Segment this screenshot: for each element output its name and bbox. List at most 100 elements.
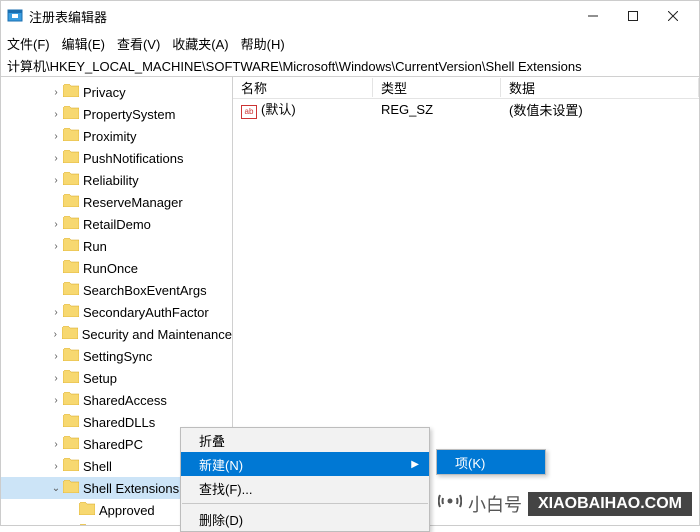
folder-icon	[63, 458, 83, 474]
folder-icon	[63, 260, 83, 276]
expand-icon[interactable]: ›	[49, 395, 63, 406]
col-type[interactable]: 类型	[373, 78, 501, 97]
tree-item-label: Security and Maintenance	[82, 327, 232, 342]
folder-icon	[63, 128, 83, 144]
tree-item-secondaryauthfactor[interactable]: › SecondaryAuthFactor	[1, 301, 232, 323]
context-menu: 折叠 新建(N) ▶ 查找(F)... 删除(D)	[180, 427, 430, 532]
tree-item-label: Approved	[99, 503, 155, 518]
folder-icon	[63, 480, 83, 496]
expand-icon[interactable]: ⌄	[49, 483, 63, 494]
tree-item-sharedaccess[interactable]: › SharedAccess	[1, 389, 232, 411]
folder-icon	[63, 414, 83, 430]
menu-view[interactable]: 查看(V)	[117, 34, 160, 53]
folder-icon	[63, 172, 83, 188]
tree-item-runonce[interactable]: RunOnce	[1, 257, 232, 279]
folder-icon	[63, 282, 83, 298]
watermark-name: 小白号	[468, 491, 522, 517]
tree-item-propertysystem[interactable]: ›PropertySystem	[1, 103, 232, 125]
expand-icon[interactable]: ›	[49, 439, 63, 450]
tree-item-run[interactable]: › Run	[1, 235, 232, 257]
expand-icon[interactable]: ›	[49, 175, 63, 186]
tree-item-label: Reliability	[83, 173, 139, 188]
folder-icon	[79, 502, 99, 518]
folder-icon	[63, 106, 83, 122]
col-data[interactable]: 数据	[501, 78, 699, 97]
ctx-sub-key[interactable]: 项(K)	[437, 450, 545, 474]
folder-icon	[63, 436, 83, 452]
menu-file[interactable]: 文件(F)	[7, 34, 50, 53]
maximize-button[interactable]	[613, 2, 653, 30]
submenu-arrow-icon: ▶	[411, 459, 419, 470]
menu-help[interactable]: 帮助(H)	[241, 34, 285, 53]
col-name[interactable]: 名称	[233, 78, 373, 97]
tree-item-privacy[interactable]: › Privacy	[1, 81, 232, 103]
expand-icon[interactable]: ›	[49, 373, 63, 384]
expand-icon[interactable]: ›	[49, 219, 63, 230]
folder-icon	[63, 370, 83, 386]
tree-item-settingsync[interactable]: › SettingSync	[1, 345, 232, 367]
watermark: 小白号 XIAOBAIHAO.COM	[438, 489, 692, 518]
tree-item-security-and-maintenance[interactable]: › Security and Maintenance	[1, 323, 232, 345]
tree-item-searchboxeventargs[interactable]: SearchBoxEventArgs	[1, 279, 232, 301]
list-row[interactable]: ab(默认) REG_SZ (数值未设置)	[233, 99, 699, 119]
titlebar: 注册表编辑器	[1, 1, 699, 31]
ctx-separator	[182, 503, 428, 504]
tree-item-label: Run	[83, 239, 107, 254]
address-text: 计算机\HKEY_LOCAL_MACHINE\SOFTWARE\Microsof…	[7, 56, 582, 75]
expand-icon[interactable]: ›	[49, 131, 63, 142]
ctx-collapse[interactable]: 折叠	[181, 428, 429, 452]
tree-item-label: SharedAccess	[83, 393, 167, 408]
expand-icon[interactable]: ›	[49, 153, 63, 164]
cell-type: REG_SZ	[373, 102, 501, 117]
menubar: 文件(F) 编辑(E) 查看(V) 收藏夹(A) 帮助(H)	[1, 31, 699, 55]
tree-item-label: SharedPC	[83, 437, 143, 452]
address-bar[interactable]: 计算机\HKEY_LOCAL_MACHINE\SOFTWARE\Microsof…	[1, 55, 699, 77]
folder-icon	[63, 392, 83, 408]
tree-item-label: SearchBoxEventArgs	[83, 283, 207, 298]
expand-icon[interactable]: ›	[49, 87, 63, 98]
folder-icon	[63, 150, 83, 166]
watermark-host: XIAOBAIHAO.COM	[528, 492, 692, 516]
expand-icon[interactable]: ›	[49, 241, 63, 252]
close-button[interactable]	[653, 2, 693, 30]
tree-item-pushnotifications[interactable]: ›PushNotifications	[1, 147, 232, 169]
tree-item-label: Proximity	[83, 129, 136, 144]
folder-icon	[62, 326, 82, 342]
tree-item-label: Shell	[83, 459, 112, 474]
expand-icon[interactable]: ›	[49, 351, 63, 362]
expand-icon[interactable]: ›	[49, 461, 63, 472]
tree-item-reservemanager[interactable]: ReserveManager	[1, 191, 232, 213]
tree-item-label: RunOnce	[83, 261, 138, 276]
expand-icon[interactable]: ›	[49, 307, 63, 318]
tree-item-label: Shell Extensions	[83, 481, 179, 496]
list-header: 名称 类型 数据	[233, 77, 699, 99]
wifi-icon	[438, 489, 462, 518]
tree-item-setup[interactable]: › Setup	[1, 367, 232, 389]
expand-icon[interactable]: ›	[49, 329, 62, 340]
tree-item-label: ReserveManager	[83, 195, 183, 210]
folder-icon	[63, 238, 83, 254]
window-title: 注册表编辑器	[29, 7, 573, 26]
expand-icon[interactable]: ›	[49, 109, 63, 120]
menu-edit[interactable]: 编辑(E)	[62, 34, 105, 53]
tree-item-label: RetailDemo	[83, 217, 151, 232]
tree-item-reliability[interactable]: › Reliability	[1, 169, 232, 191]
minimize-button[interactable]	[573, 2, 613, 30]
tree-item-label: SecondaryAuthFactor	[83, 305, 209, 320]
folder-icon	[63, 194, 83, 210]
menu-fav[interactable]: 收藏夹(A)	[172, 34, 228, 53]
folder-icon	[63, 348, 83, 364]
ctx-find[interactable]: 查找(F)...	[181, 476, 429, 500]
tree-item-retaildemo[interactable]: › RetailDemo	[1, 213, 232, 235]
tree-item-label: SharedDLLs	[83, 415, 155, 430]
ctx-new[interactable]: 新建(N) ▶	[181, 452, 429, 476]
cell-data: (数值未设置)	[501, 100, 699, 119]
tree-item-label: SettingSync	[83, 349, 152, 364]
context-submenu: 项(K)	[436, 449, 546, 475]
tree-item-proximity[interactable]: › Proximity	[1, 125, 232, 147]
ctx-delete[interactable]: 删除(D)	[181, 507, 429, 531]
folder-icon	[63, 304, 83, 320]
tree-item-label: Privacy	[83, 85, 126, 100]
folder-icon	[79, 524, 99, 525]
tree-item-label: Setup	[83, 371, 117, 386]
